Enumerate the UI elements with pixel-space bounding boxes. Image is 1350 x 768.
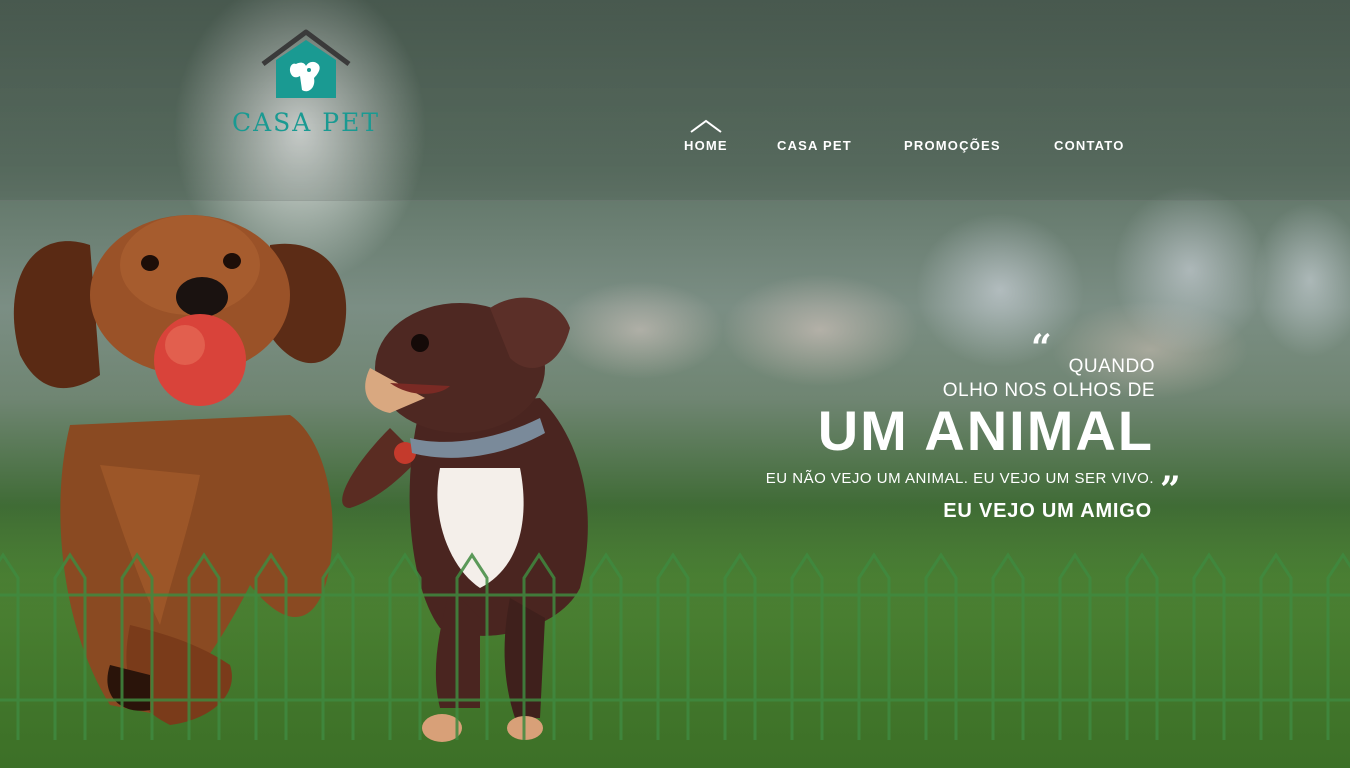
- doghouse-icon: [261, 29, 351, 98]
- nav-item-home[interactable]: HOME: [684, 138, 728, 153]
- hero-headline: UM ANIMAL: [817, 399, 1154, 462]
- brand-logo[interactable]: CASA PET: [230, 28, 382, 140]
- header-band: [0, 0, 1350, 201]
- nav-item-casa-pet[interactable]: CASA PET: [777, 138, 852, 153]
- brand-name: CASA PET: [231, 108, 381, 137]
- main-nav: HOME CASA PET PROMOÇÕES CONTATO: [0, 138, 1350, 158]
- nav-item-promocoes[interactable]: PROMOÇÕES: [904, 138, 1001, 153]
- quote-open-mark: “: [1031, 327, 1052, 369]
- caret-up-icon: [690, 119, 722, 133]
- hero-closing: EU VEJO UM AMIGO: [943, 500, 1152, 522]
- nav-item-contato[interactable]: CONTATO: [1054, 138, 1125, 153]
- hero-subline: EU NÃO VEJO UM ANIMAL. EU VEJO UM SER VI…: [765, 470, 1154, 487]
- hero-banner: CASA PET HOME CASA PET PROMOÇÕES CONTATO…: [0, 0, 1350, 768]
- fence-pickets: [0, 552, 1350, 740]
- hero-line-1: QUANDO: [1068, 356, 1155, 377]
- quote-close-mark: ”: [1160, 469, 1181, 511]
- fence-decoration: [0, 552, 1350, 740]
